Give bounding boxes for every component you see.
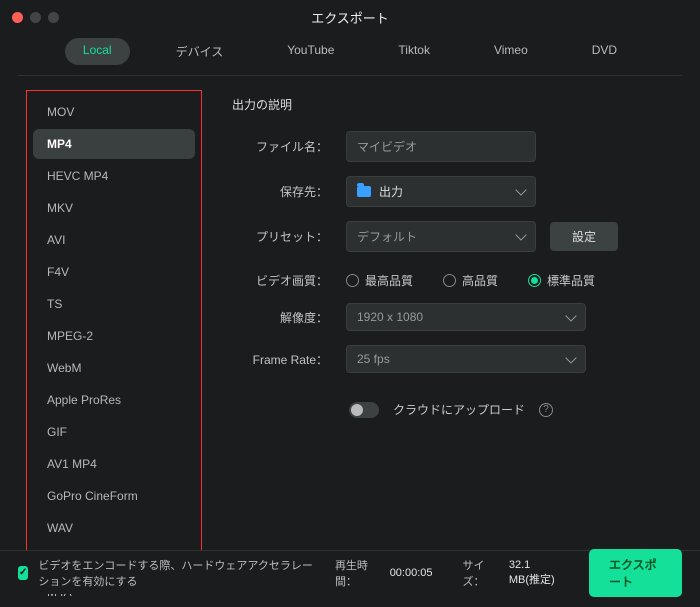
format-av1[interactable]: AV1 MP4 xyxy=(33,449,195,479)
preset-label: プリセット： xyxy=(232,228,328,245)
format-gif[interactable]: GIF xyxy=(33,417,195,447)
quality-high-label: 高品質 xyxy=(462,272,498,289)
folder-icon xyxy=(357,186,371,197)
chevron-down-icon xyxy=(565,310,576,321)
filename-label: ファイル名： xyxy=(232,138,328,155)
tab-vimeo[interactable]: Vimeo xyxy=(476,38,546,65)
chevron-down-icon xyxy=(515,229,526,240)
chevron-down-icon xyxy=(515,184,526,195)
format-mp4[interactable]: MP4 xyxy=(33,129,195,159)
format-wav[interactable]: WAV xyxy=(33,513,195,543)
saveto-value: 出力 xyxy=(379,183,403,200)
size-value: 32.1 MB(推定) xyxy=(509,559,561,587)
preset-select[interactable]: デフォルト xyxy=(346,221,536,252)
tab-tiktok[interactable]: Tiktok xyxy=(380,38,448,65)
cloud-upload-toggle[interactable] xyxy=(349,402,379,418)
hw-accel-label: ビデオをエンコードする際、ハードウェアアクセラレーションを有効にする xyxy=(38,557,315,589)
export-tabs: Local デバイス YouTube Tiktok Vimeo DVD xyxy=(0,34,700,75)
format-webm[interactable]: WebM xyxy=(33,353,195,383)
format-f4v[interactable]: F4V xyxy=(33,257,195,287)
resolution-value: 1920 x 1080 xyxy=(357,310,423,324)
quality-standard[interactable]: 標準品質 xyxy=(528,272,595,289)
duration-label: 再生時間： xyxy=(335,557,376,589)
chevron-down-icon xyxy=(565,352,576,363)
resolution-select[interactable]: 1920 x 1080 xyxy=(346,303,586,331)
quality-label: ビデオ画質： xyxy=(232,272,328,289)
section-title: 出力の説明 xyxy=(232,96,670,113)
format-ts[interactable]: TS xyxy=(33,289,195,319)
window-title: エクスポート xyxy=(0,8,700,27)
saveto-select[interactable]: 出力 xyxy=(346,176,536,207)
format-list: MOV MP4 HEVC MP4 MKV AVI F4V TS MPEG-2 W… xyxy=(26,90,202,552)
tab-local[interactable]: Local xyxy=(65,38,130,65)
tab-dvd[interactable]: DVD xyxy=(574,38,635,65)
quality-standard-label: 標準品質 xyxy=(547,272,595,289)
hw-accel-checkbox[interactable]: ✓ xyxy=(18,566,28,580)
cloud-upload-label: クラウドにアップロード xyxy=(393,401,525,418)
framerate-select[interactable]: 25 fps xyxy=(346,345,586,373)
size-label: サイズ： xyxy=(463,557,495,589)
duration-value: 00:00:05 xyxy=(390,567,433,579)
format-mkv[interactable]: MKV xyxy=(33,193,195,223)
format-prores[interactable]: Apple ProRes xyxy=(33,385,195,415)
format-hevc-mp4[interactable]: HEVC MP4 xyxy=(33,161,195,191)
filename-field[interactable]: マイビデオ xyxy=(346,131,536,162)
help-icon[interactable]: ? xyxy=(539,403,553,417)
format-cineform[interactable]: GoPro CineForm xyxy=(33,481,195,511)
format-mov[interactable]: MOV xyxy=(33,97,195,127)
quality-best[interactable]: 最高品質 xyxy=(346,272,413,289)
zoom-icon[interactable] xyxy=(48,12,59,23)
export-button[interactable]: エクスポート xyxy=(589,549,682,597)
preset-value: デフォルト xyxy=(357,228,417,245)
format-avi[interactable]: AVI xyxy=(33,225,195,255)
toggle-knob xyxy=(351,404,363,416)
minimize-icon[interactable] xyxy=(30,12,41,23)
framerate-label: Frame Rate： xyxy=(232,351,328,368)
tab-youtube[interactable]: YouTube xyxy=(269,38,352,65)
settings-button[interactable]: 設定 xyxy=(550,222,618,251)
saveto-label: 保存先： xyxy=(232,183,328,200)
quality-high[interactable]: 高品質 xyxy=(443,272,498,289)
filename-value: マイビデオ xyxy=(357,138,417,155)
resolution-label: 解像度： xyxy=(232,309,328,326)
quality-best-label: 最高品質 xyxy=(365,272,413,289)
framerate-value: 25 fps xyxy=(357,352,390,366)
tab-device[interactable]: デバイス xyxy=(158,38,242,65)
format-mpeg2[interactable]: MPEG-2 xyxy=(33,321,195,351)
close-icon[interactable] xyxy=(12,12,23,23)
